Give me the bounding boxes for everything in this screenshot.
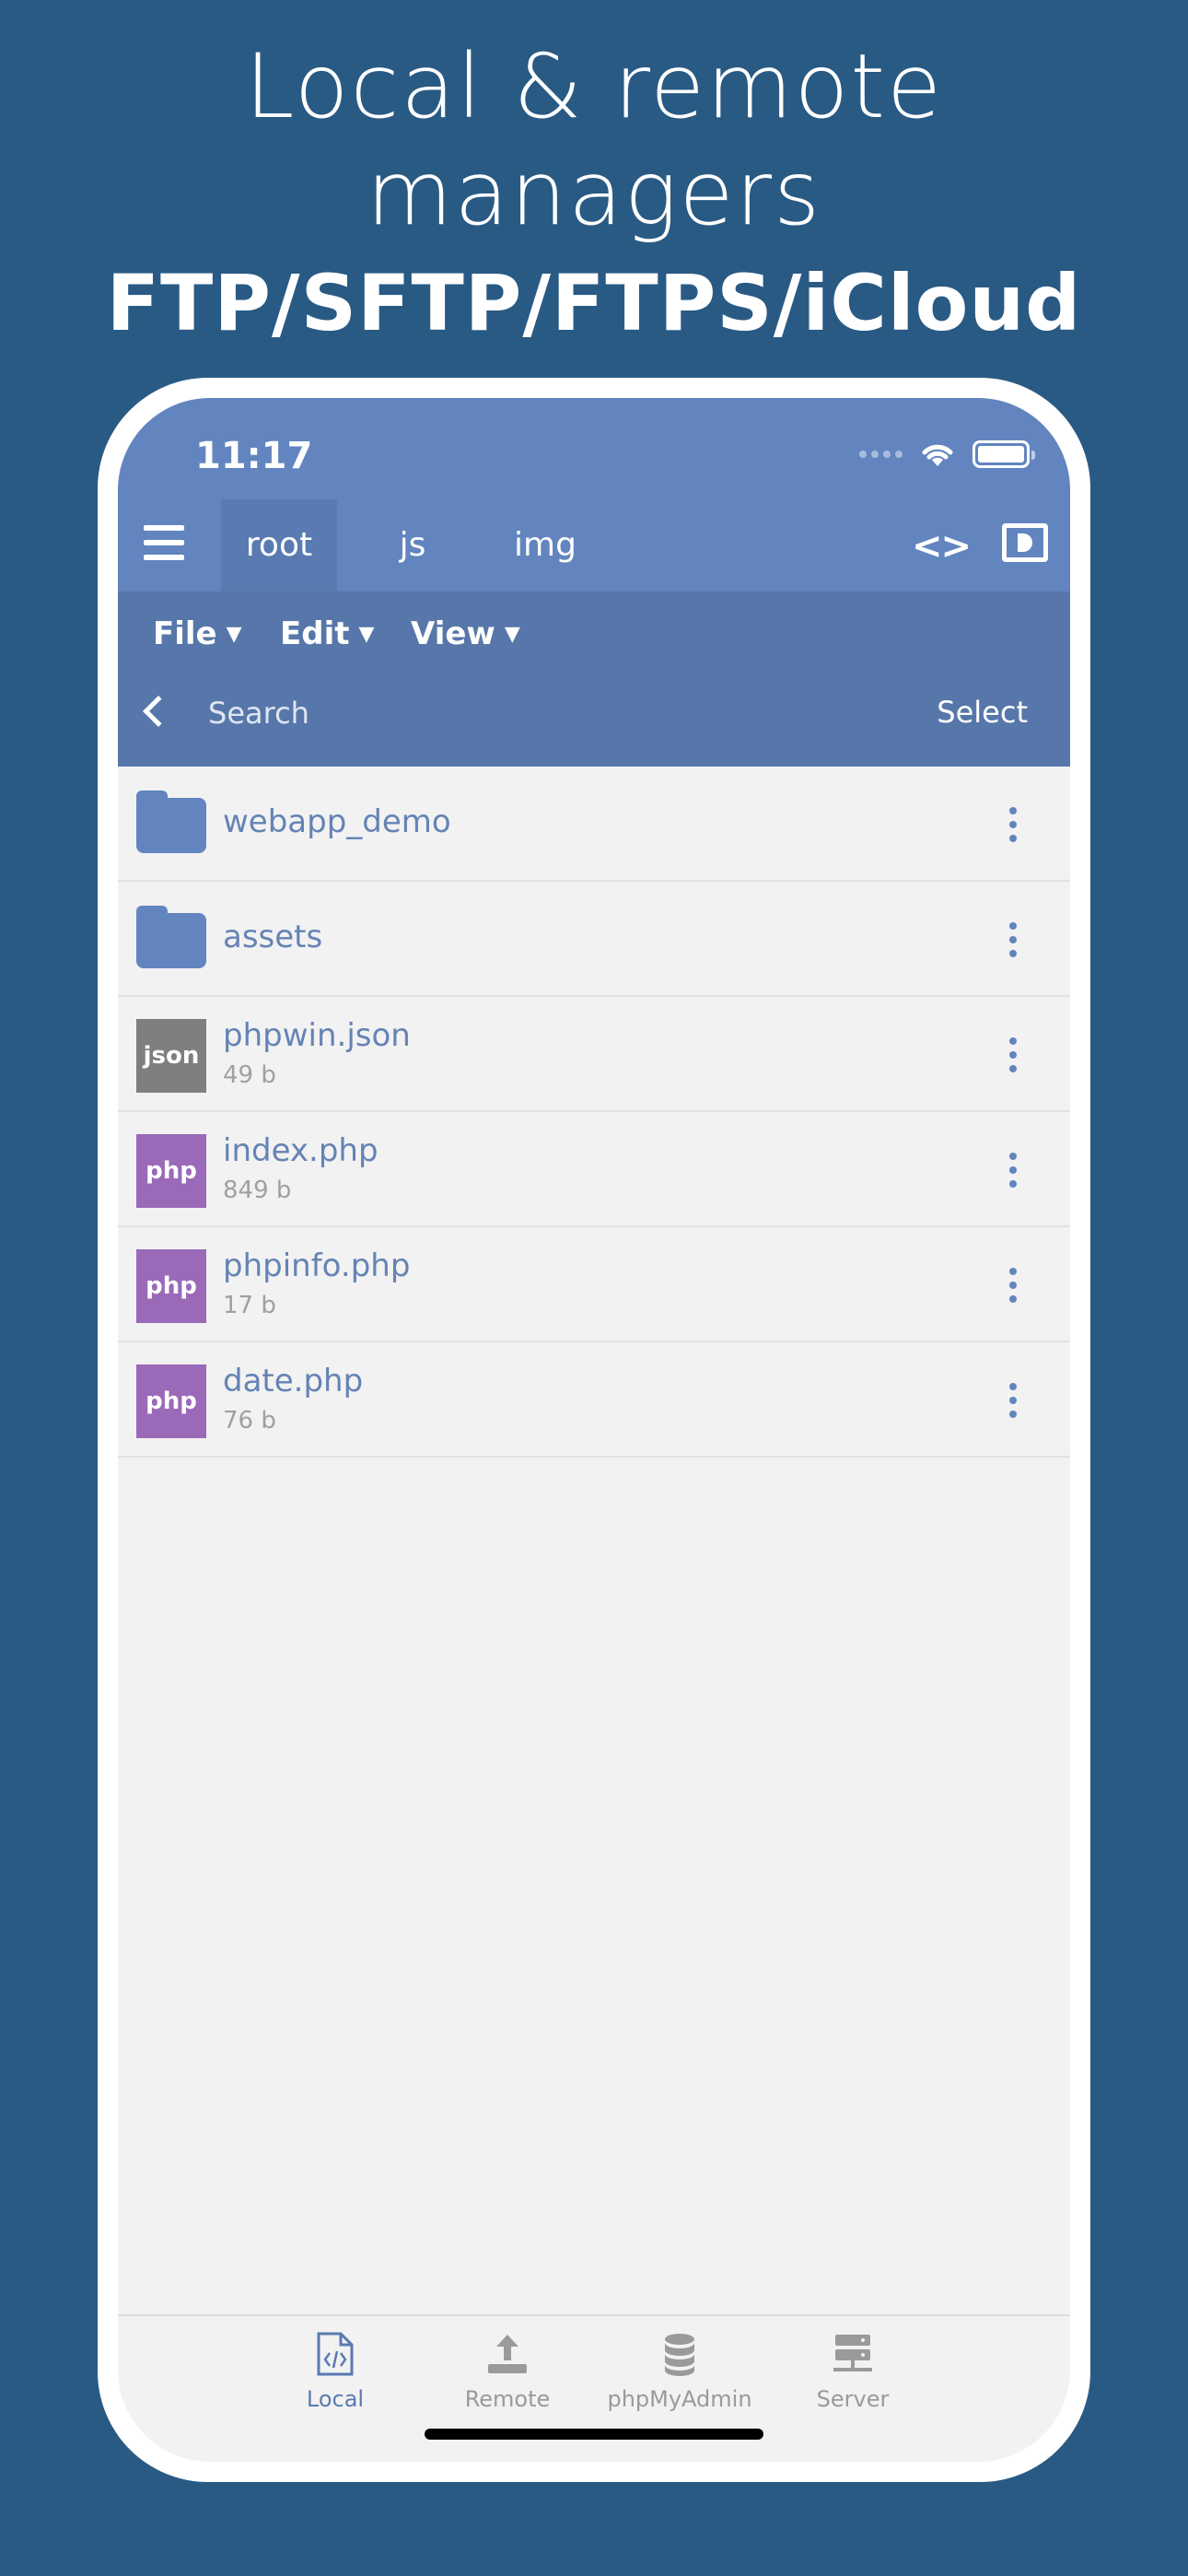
nav-remote-label: Remote <box>464 2386 551 2412</box>
more-options-icon[interactable] <box>1007 922 1019 957</box>
status-icons <box>859 440 1035 468</box>
more-options-icon[interactable] <box>1007 1153 1019 1188</box>
file-row-assets[interactable]: assets <box>118 882 1070 997</box>
signal-icon <box>859 451 903 458</box>
nav-phpmyadmin-label: phpMyAdmin <box>607 2386 752 2412</box>
hamburger-menu-icon[interactable] <box>144 525 184 560</box>
search-input[interactable] <box>208 685 761 741</box>
tab-js[interactable]: js <box>368 499 457 591</box>
server-icon <box>833 2335 872 2371</box>
nav-phpmyadmin[interactable]: phpMyAdmin <box>597 2331 763 2412</box>
headline-line-1: Local & remote <box>244 35 944 138</box>
status-time: 11:17 <box>195 435 313 477</box>
file-size: 849 b <box>223 1177 292 1204</box>
file-name: phpwin.json <box>223 1017 411 1054</box>
file-row-phpinfo-php[interactable]: php phpinfo.php 17 b <box>118 1227 1070 1342</box>
caret-down-icon: ▼ <box>226 623 242 646</box>
php-file-icon: php <box>136 1364 206 1438</box>
file-name: phpinfo.php <box>223 1247 411 1284</box>
more-options-icon[interactable] <box>1007 807 1019 842</box>
view-menu[interactable]: View ▼ <box>411 615 520 652</box>
bottom-tab-bar: Local Remote phpMyAdmin Server <box>118 2314 1070 2462</box>
file-row-phpwin-json[interactable]: json phpwin.json 49 b <box>118 997 1070 1112</box>
upload-icon <box>488 2335 527 2373</box>
file-name: assets <box>223 919 323 955</box>
app-screen: 11:17 root js img <> File ▼ Edit ▼ View ▼ S… <box>118 398 1070 2462</box>
file-row-index-php[interactable]: php index.php 849 b <box>118 1112 1070 1227</box>
select-button[interactable]: Select <box>937 695 1028 730</box>
menu-bar: File ▼ Edit ▼ View ▼ Select <box>118 591 1070 767</box>
folder-icon <box>136 906 206 968</box>
file-menu-label: File <box>153 615 217 652</box>
edit-menu-label: Edit <box>280 615 350 652</box>
caret-down-icon: ▼ <box>358 623 375 646</box>
php-file-icon: php <box>136 1249 206 1323</box>
json-file-icon: json <box>136 1019 206 1093</box>
file-list: webapp_demo assets json phpwin.json 49 b… <box>118 767 1070 1458</box>
battery-icon <box>973 440 1035 468</box>
nav-local[interactable]: Local <box>252 2331 418 2412</box>
caret-down-icon: ▼ <box>504 623 520 646</box>
file-size: 76 b <box>223 1407 276 1434</box>
nav-local-label: Local <box>306 2386 365 2412</box>
code-file-icon <box>317 2332 354 2376</box>
edit-menu[interactable]: Edit ▼ <box>280 615 374 652</box>
more-options-icon[interactable] <box>1007 1037 1019 1072</box>
nav-server[interactable]: Server <box>770 2331 936 2412</box>
home-indicator <box>425 2429 763 2440</box>
file-row-webapp-demo[interactable]: webapp_demo <box>118 767 1070 882</box>
file-menu[interactable]: File ▼ <box>153 615 242 652</box>
database-icon <box>665 2334 694 2376</box>
view-menu-label: View <box>411 615 495 652</box>
tab-img[interactable]: img <box>490 499 600 591</box>
folder-icon <box>136 790 206 853</box>
more-options-icon[interactable] <box>1007 1268 1019 1303</box>
panel-toggle-icon[interactable] <box>1002 523 1048 562</box>
tab-root[interactable]: root <box>221 499 337 591</box>
file-name: webapp_demo <box>223 803 451 840</box>
more-options-icon[interactable] <box>1007 1383 1019 1418</box>
file-size: 49 b <box>223 1061 276 1089</box>
php-file-icon: php <box>136 1134 206 1208</box>
file-size: 17 b <box>223 1292 276 1319</box>
headline-line-3: FTP/SFTP/FTPS/iCloud <box>106 258 1082 348</box>
file-name: date.php <box>223 1363 364 1399</box>
file-row-date-php[interactable]: php date.php 76 b <box>118 1342 1070 1458</box>
back-chevron-icon[interactable] <box>143 696 174 727</box>
wifi-icon <box>922 444 953 466</box>
nav-remote[interactable]: Remote <box>425 2331 590 2412</box>
nav-server-label: Server <box>816 2386 890 2412</box>
headline-line-2: managers <box>366 142 822 245</box>
file-name: index.php <box>223 1132 379 1169</box>
code-view-icon[interactable]: <> <box>912 525 972 568</box>
top-bar: 11:17 root js img <> <box>118 398 1070 591</box>
